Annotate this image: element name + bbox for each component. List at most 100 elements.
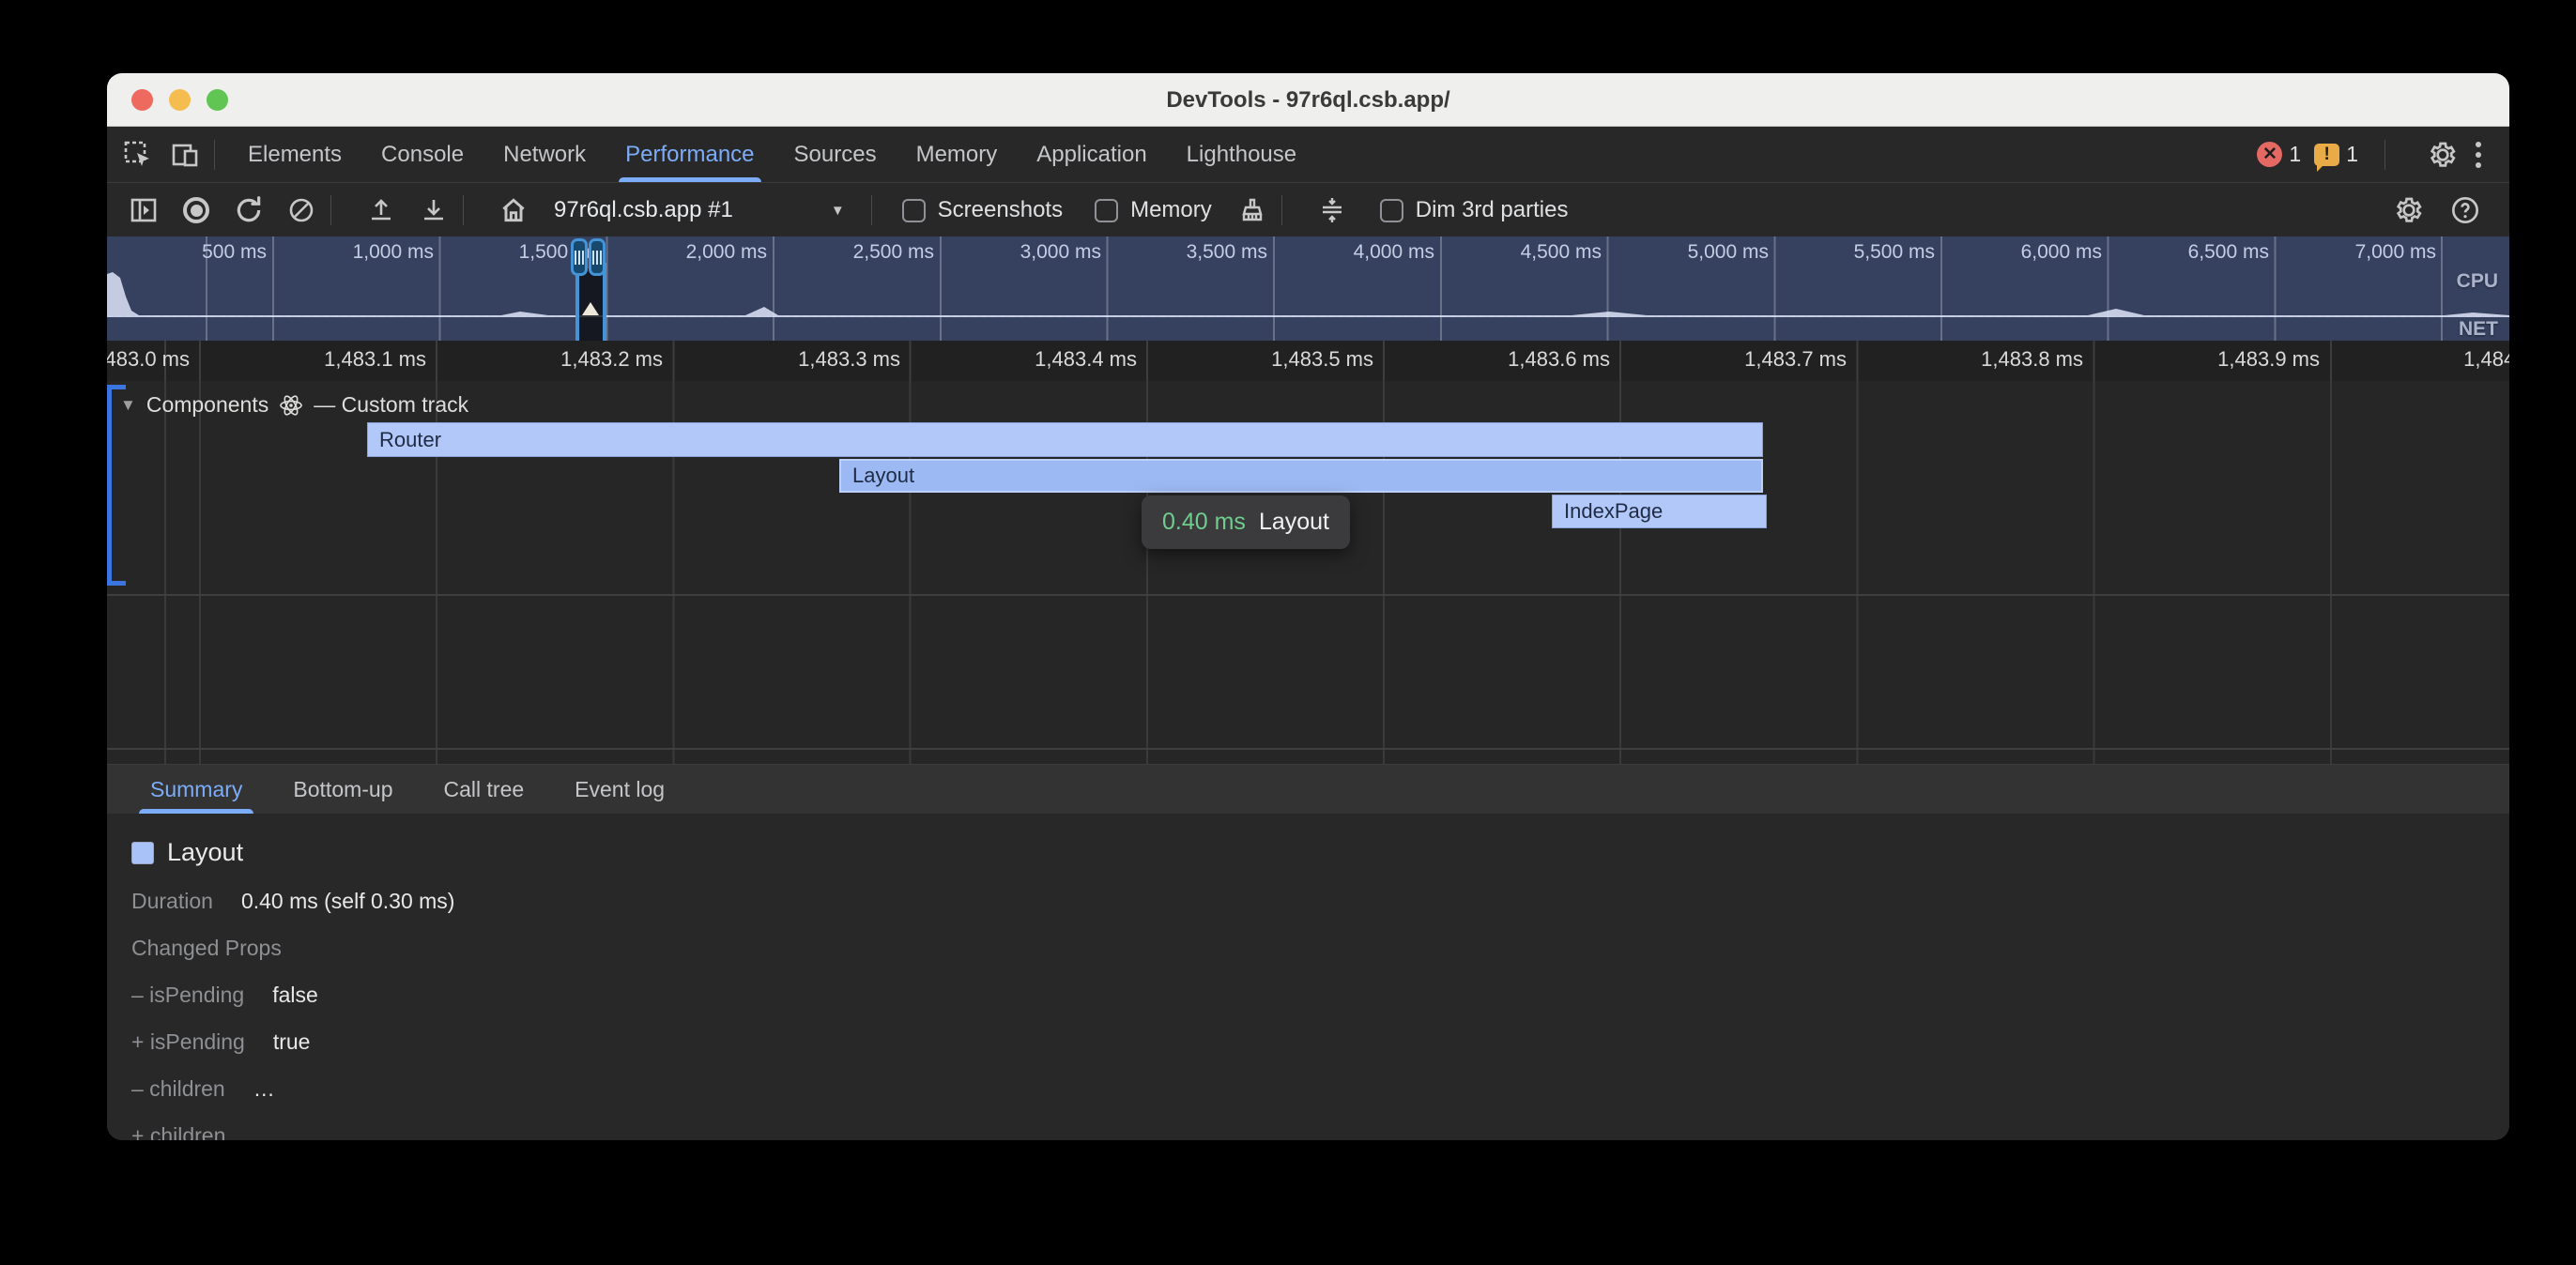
divider bbox=[2384, 140, 2385, 170]
time-tick: 1,483.9 ms bbox=[2094, 347, 2320, 372]
clear-recording-icon[interactable] bbox=[285, 194, 317, 226]
screenshots-checkbox[interactable]: Screenshots bbox=[902, 197, 1063, 223]
time-tick: 1,483.3 ms bbox=[675, 347, 900, 372]
time-tick: 1,483.7 ms bbox=[1621, 347, 1847, 372]
divider bbox=[463, 195, 464, 225]
settings-gear-icon[interactable] bbox=[2427, 139, 2459, 171]
summary-title-row: Layout bbox=[131, 838, 2509, 867]
error-icon: ✕ bbox=[2257, 142, 2282, 167]
summary-row-value: … bbox=[253, 1076, 275, 1102]
cpu-activity-sparkline bbox=[107, 236, 2509, 341]
selection-activity-bump bbox=[582, 302, 599, 315]
track-name: Components bbox=[146, 392, 268, 418]
tab-console[interactable]: Console bbox=[361, 127, 483, 182]
time-tick: 1,483.1 ms bbox=[201, 347, 426, 372]
cpu-row-label: CPU bbox=[2457, 270, 2498, 293]
download-profile-icon[interactable] bbox=[418, 194, 450, 226]
flame-bar-router[interactable]: Router bbox=[367, 422, 1763, 457]
flame-bar-label: Layout bbox=[852, 464, 914, 488]
memory-label: Memory bbox=[1130, 197, 1212, 223]
tab-summary[interactable]: Summary bbox=[133, 765, 259, 814]
flame-bar-label: Router bbox=[379, 428, 441, 452]
device-toolbar-icon[interactable] bbox=[169, 139, 201, 171]
issue-count-badge[interactable]: ! 1 bbox=[2314, 142, 2358, 167]
details-tabbar: Summary Bottom-up Call tree Event log bbox=[107, 764, 2509, 814]
summary-row-label: + isPending bbox=[131, 1029, 245, 1055]
summary-row-value: … bbox=[253, 1123, 275, 1140]
summary-row-label: Duration bbox=[131, 889, 213, 914]
upload-profile-icon[interactable] bbox=[365, 194, 397, 226]
divider bbox=[871, 195, 872, 225]
selection-left-handle[interactable] bbox=[571, 238, 588, 276]
record-button[interactable] bbox=[180, 194, 212, 226]
summary-row-value: 0.40 ms (self 0.30 ms) bbox=[241, 889, 455, 914]
net-row-divider bbox=[107, 315, 2509, 317]
issue-count: 1 bbox=[2346, 142, 2358, 167]
checkbox-box bbox=[902, 199, 926, 222]
react-atom-icon bbox=[279, 393, 303, 418]
flame-bar-label: IndexPage bbox=[1564, 499, 1663, 524]
summary-row-ispending-old: – isPending false bbox=[131, 983, 2509, 1008]
summary-title: Layout bbox=[167, 838, 243, 867]
time-tick: 1,483.8 ms bbox=[1858, 347, 2083, 372]
time-tick: 1,483.0 ms bbox=[107, 347, 190, 372]
tab-application[interactable]: Application bbox=[1017, 127, 1166, 182]
flame-bar-tooltip: 0.40 ms Layout bbox=[1142, 495, 1350, 549]
time-tick: 1,483.2 ms bbox=[437, 347, 663, 372]
checkbox-box bbox=[1380, 199, 1403, 222]
net-row-label: NET bbox=[2459, 318, 2498, 341]
home-live-metrics-icon[interactable] bbox=[498, 194, 529, 226]
selection-right-handle[interactable] bbox=[589, 238, 606, 276]
checkbox-box bbox=[1095, 199, 1118, 222]
help-icon[interactable] bbox=[2449, 194, 2481, 226]
divider bbox=[330, 195, 331, 225]
time-tick: 1,483.5 ms bbox=[1148, 347, 1373, 372]
tab-performance[interactable]: Performance bbox=[606, 127, 774, 182]
error-count: 1 bbox=[2289, 142, 2301, 167]
summary-row-label: + children bbox=[131, 1123, 225, 1140]
tab-sources[interactable]: Sources bbox=[774, 127, 897, 182]
more-options-kebab-icon[interactable] bbox=[2472, 138, 2485, 172]
garbage-collect-icon[interactable] bbox=[1236, 194, 1268, 226]
flame-bar-layout[interactable]: Layout bbox=[839, 459, 1763, 493]
zoomed-time-ruler: 1,483.0 ms 1,483.1 ms 1,483.2 ms 1,483.3… bbox=[107, 341, 2509, 381]
panel-tabs: Elements Console Network Performance Sou… bbox=[228, 127, 1316, 182]
summary-row-children-new: + children … bbox=[131, 1123, 2509, 1140]
time-tick: 1,483.4 ms bbox=[912, 347, 1137, 372]
error-count-badge[interactable]: ✕ 1 bbox=[2257, 142, 2301, 167]
tab-elements[interactable]: Elements bbox=[228, 127, 361, 182]
performance-toolbar: 97r6ql.csb.app #1 ▼ Screenshots Memory bbox=[107, 184, 2509, 236]
collapse-triangle-icon[interactable]: ▼ bbox=[120, 396, 136, 415]
inspect-element-icon[interactable] bbox=[122, 139, 154, 171]
summary-row-label: – isPending bbox=[131, 983, 244, 1008]
divider bbox=[214, 140, 215, 170]
time-tick: 1,483.6 ms bbox=[1385, 347, 1610, 372]
collapse-flame-icon[interactable] bbox=[1316, 194, 1348, 226]
target-selector-dropdown[interactable]: 97r6ql.csb.app #1 ▼ bbox=[554, 197, 845, 223]
components-track-header[interactable]: ▼ Components — Custom track bbox=[120, 392, 468, 418]
memory-checkbox[interactable]: Memory bbox=[1095, 197, 1212, 223]
toggle-sidebar-icon[interactable] bbox=[128, 194, 160, 226]
track-separator bbox=[107, 594, 2509, 596]
reload-and-record-icon[interactable] bbox=[233, 194, 265, 226]
summary-row-changed-props: Changed Props bbox=[131, 936, 2509, 961]
event-color-swatch bbox=[131, 842, 154, 864]
tab-call-tree[interactable]: Call tree bbox=[427, 765, 542, 814]
tab-memory[interactable]: Memory bbox=[897, 127, 1018, 182]
flame-bar-indexpage[interactable]: IndexPage bbox=[1552, 495, 1767, 528]
devtools-tabbar: Elements Console Network Performance Sou… bbox=[107, 127, 2509, 183]
track-subtitle: — Custom track bbox=[314, 392, 468, 418]
tooltip-label: Layout bbox=[1259, 509, 1329, 536]
selection-right-line bbox=[603, 263, 606, 341]
tooltip-duration: 0.40 ms bbox=[1162, 509, 1246, 536]
tab-event-log[interactable]: Event log bbox=[558, 765, 682, 814]
flame-chart-area[interactable]: ▼ Components — Custom track Router Layou… bbox=[107, 381, 2509, 764]
time-tick: 1,484.0 ms bbox=[2340, 347, 2509, 372]
tab-network[interactable]: Network bbox=[483, 127, 606, 182]
tab-lighthouse[interactable]: Lighthouse bbox=[1167, 127, 1316, 182]
window-title: DevTools - 97r6ql.csb.app/ bbox=[107, 73, 2509, 127]
capture-settings-gear-icon[interactable] bbox=[2393, 194, 2425, 226]
dim-3rd-parties-checkbox[interactable]: Dim 3rd parties bbox=[1380, 197, 1569, 223]
timeline-overview[interactable]: 500 ms 1,000 ms 1,500 ms 2,000 ms 2,500 … bbox=[107, 236, 2509, 341]
tab-bottom-up[interactable]: Bottom-up bbox=[276, 765, 409, 814]
